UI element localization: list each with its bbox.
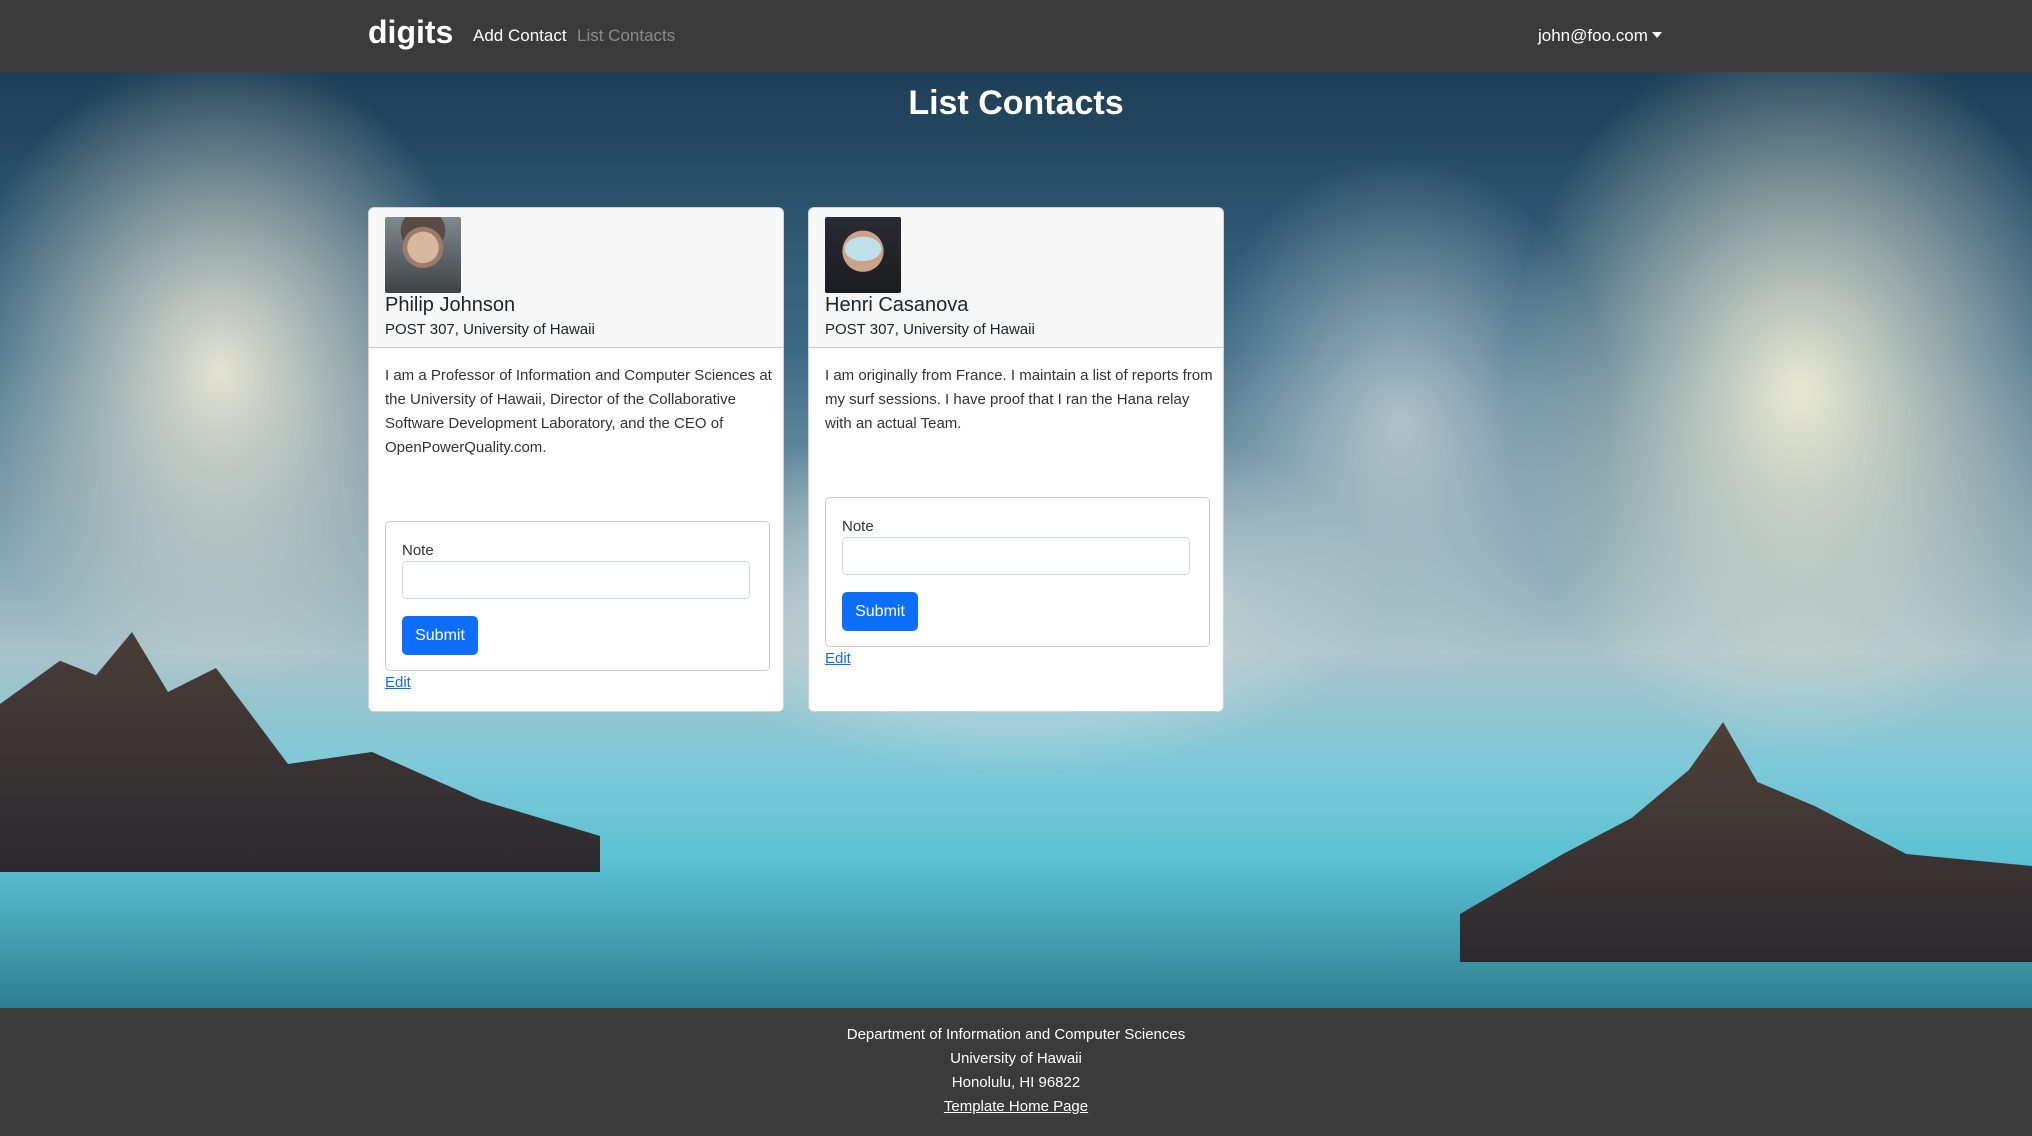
navbar: digits Add Contact List Contacts john@fo… [0,0,2032,72]
footer-university: University of Hawaii [950,1050,1082,1067]
footer-template-link[interactable]: Template Home Page [0,1098,2032,1115]
avatar [385,217,461,293]
rock-formation-right [1460,722,2032,962]
nav-add-contact[interactable]: Add Contact [473,26,567,46]
brand-logo[interactable]: digits [368,14,453,51]
footer-department: Department of Information and Computer S… [846,1026,1186,1043]
submit-button[interactable]: Submit [842,592,918,631]
footer: Department of Information and Computer S… [0,1008,2032,1136]
edit-link[interactable]: Edit [385,674,411,691]
card-header: Philip Johnson POST 307, University of H… [369,208,783,348]
submit-button[interactable]: Submit [402,616,478,655]
background-image: List Contacts Philip Johnson POST 307, U… [0,72,2032,1008]
user-dropdown[interactable]: john@foo.com [1538,26,1662,46]
note-form: Note Submit [385,521,770,671]
nav-list-contacts[interactable]: List Contacts [577,26,675,46]
avatar [825,217,901,293]
contact-card: Philip Johnson POST 307, University of H… [368,207,784,712]
note-input[interactable] [842,537,1190,575]
contact-name: Henri Casanova [825,294,969,316]
user-email: john@foo.com [1538,26,1648,45]
note-form: Note Submit [825,497,1210,647]
contact-name: Philip Johnson [385,294,516,316]
note-label: Note [842,518,874,535]
note-label: Note [402,542,434,559]
footer-city: Honolulu, HI 96822 [951,1074,1081,1091]
contact-address: POST 307, University of Hawaii [825,321,1035,338]
caret-down-icon [1651,32,1662,38]
contact-description: I am originally from France. I maintain … [825,367,1213,432]
edit-link[interactable]: Edit [825,650,851,667]
contact-description: I am a Professor of Information and Comp… [385,367,772,456]
note-input[interactable] [402,561,750,599]
card-header: Henri Casanova POST 307, University of H… [809,208,1223,348]
contact-address: POST 307, University of Hawaii [385,321,595,338]
page-title: List Contacts [908,84,1124,122]
contact-card: Henri Casanova POST 307, University of H… [808,207,1224,712]
